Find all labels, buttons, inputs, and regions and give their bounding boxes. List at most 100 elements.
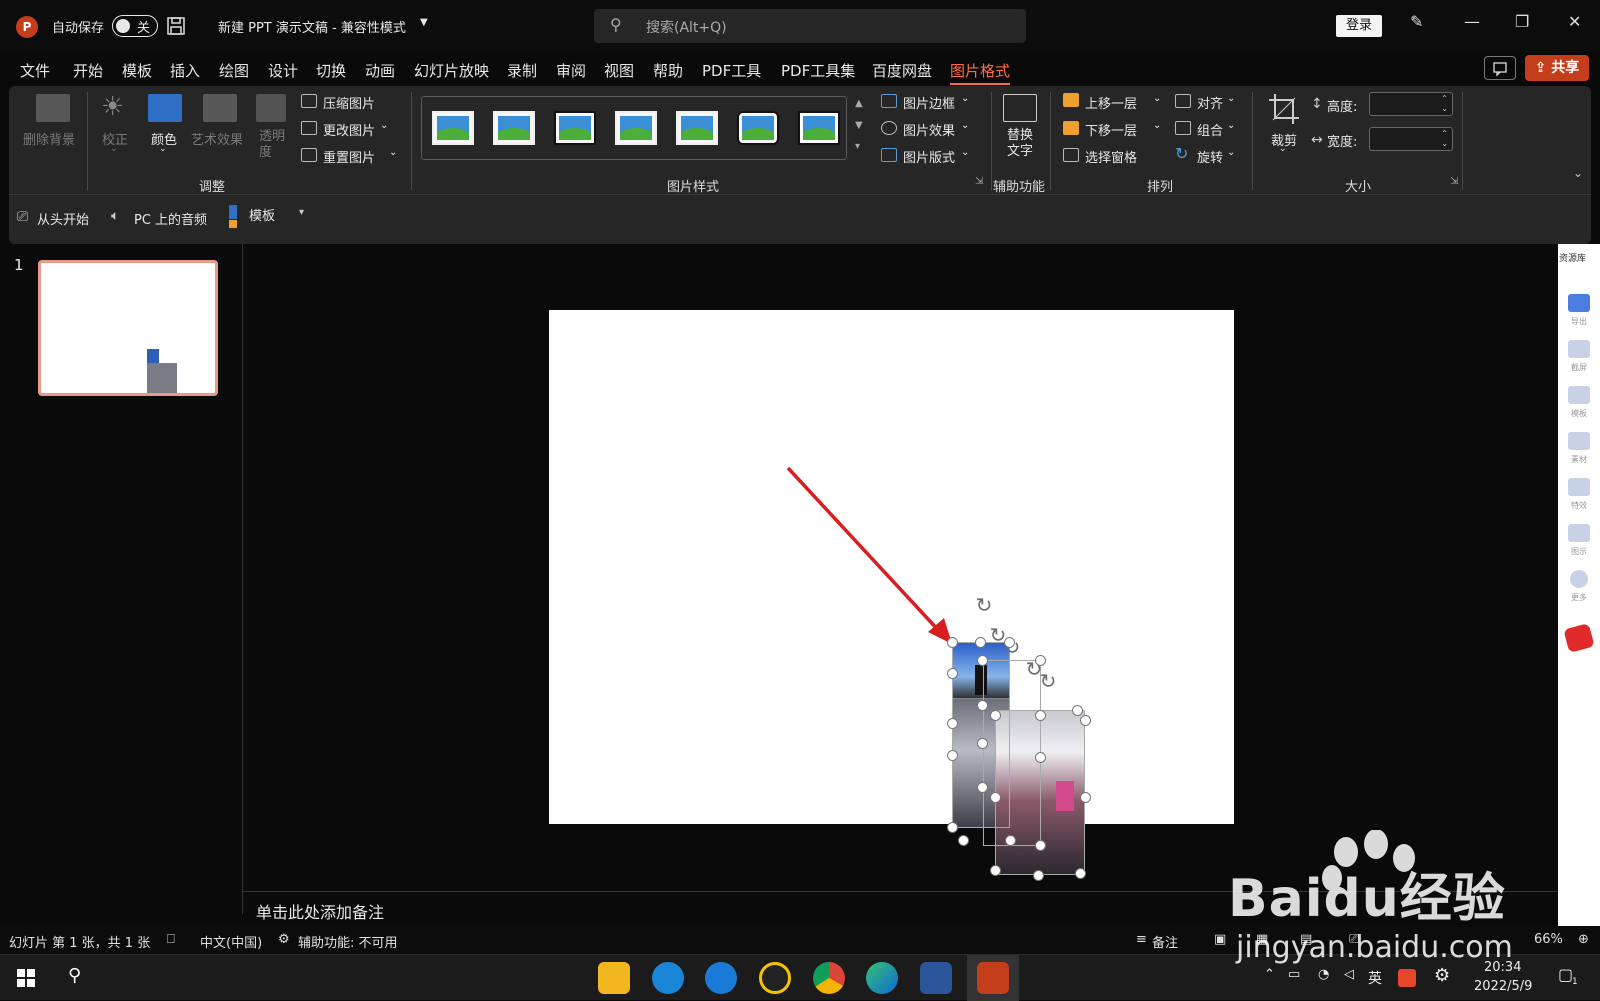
rotate-button[interactable]: 旋转 [1197, 147, 1223, 166]
resize-handle[interactable] [975, 637, 986, 648]
art-effect-button[interactable]: 艺术效果 [191, 129, 243, 148]
notification-icon[interactable]: ▢ [1558, 965, 1573, 984]
document-title[interactable]: 新建 PPT 演示文稿 - 兼容性模式 [218, 17, 406, 36]
style-thumb[interactable] [432, 111, 474, 145]
tab-home[interactable]: 开始 [73, 60, 103, 81]
tab-draw[interactable]: 绘图 [219, 60, 249, 81]
windows-start-icon[interactable] [17, 969, 35, 987]
selection-pane-button[interactable]: 选择窗格 [1085, 147, 1137, 166]
tab-design[interactable]: 设计 [268, 60, 298, 81]
style-thumb[interactable] [493, 111, 535, 145]
tab-animations[interactable]: 动画 [365, 60, 395, 81]
resize-handle[interactable] [977, 655, 988, 666]
slide-thumbnail[interactable] [38, 260, 218, 396]
resize-handle[interactable] [1080, 715, 1091, 726]
resource-diagram-icon[interactable] [1568, 524, 1590, 542]
width-input[interactable]: ⌃ ⌄ [1369, 127, 1453, 151]
sogou-icon[interactable] [1398, 969, 1416, 987]
autosave-toggle[interactable]: 关 [112, 15, 158, 37]
resize-handle[interactable] [990, 792, 1001, 803]
resize-handle[interactable] [947, 718, 958, 729]
minimize-icon[interactable]: — [1464, 12, 1480, 31]
resize-handle[interactable] [1035, 752, 1046, 763]
file-explorer-icon[interactable] [598, 962, 630, 994]
ie-browser-icon[interactable] [652, 962, 684, 994]
height-spinner-icon[interactable]: ⌃ ⌄ [1441, 94, 1448, 114]
tab-baidu-netdisk[interactable]: 百度网盘 [872, 60, 932, 81]
resize-handle[interactable] [947, 822, 958, 833]
close-icon[interactable]: ✕ [1568, 12, 1581, 31]
qq-icon[interactable] [759, 962, 791, 994]
resize-handle[interactable] [947, 750, 958, 761]
comments-button[interactable] [1484, 56, 1516, 80]
resize-handle[interactable] [1033, 870, 1044, 881]
group-button[interactable]: 组合 [1197, 120, 1223, 139]
battery-icon[interactable]: ▭ [1288, 967, 1300, 982]
change-picture-button[interactable]: 更改图片 [323, 120, 375, 139]
tab-slideshow[interactable]: 幻灯片放映 [414, 60, 489, 81]
taskbar-search-icon[interactable]: ⚲ [68, 965, 81, 986]
notes-toggle-button[interactable]: 备注 [1152, 932, 1178, 951]
transparency-button[interactable]: 透明 度 [259, 129, 285, 161]
resize-handle[interactable] [1035, 840, 1046, 851]
tab-help[interactable]: 帮助 [653, 60, 683, 81]
resize-handle[interactable] [977, 782, 988, 793]
restore-icon[interactable]: ❐ [1515, 12, 1529, 31]
wifi-icon[interactable]: ◔ [1318, 967, 1329, 982]
picture-border-button[interactable]: 图片边框 [903, 93, 955, 112]
spellcheck-icon[interactable]: ⎕ [167, 932, 175, 947]
resize-handle[interactable] [1072, 705, 1083, 716]
tab-record[interactable]: 录制 [507, 60, 537, 81]
tab-view[interactable]: 视图 [604, 60, 634, 81]
resize-handle[interactable] [947, 637, 958, 648]
resource-effect-icon[interactable] [1568, 478, 1590, 496]
send-backward-button[interactable]: 下移一层 [1085, 120, 1137, 139]
resize-handle[interactable] [1005, 835, 1016, 846]
login-button[interactable]: 登录 [1336, 15, 1382, 37]
gallery-scroll-down-icon[interactable]: ▼ [855, 120, 863, 131]
customize-qat-icon[interactable]: ▾ [299, 207, 304, 218]
volume-icon[interactable]: ◁ [1344, 967, 1354, 982]
resource-template-icon[interactable] [1568, 386, 1590, 404]
fit-slide-icon[interactable]: ⊕ [1578, 932, 1589, 947]
style-thumb[interactable] [615, 111, 657, 145]
style-thumb[interactable] [737, 111, 779, 145]
resource-more-icon[interactable] [1570, 570, 1588, 588]
rotate-handle-icon[interactable]: ↻ [972, 594, 996, 616]
word-icon[interactable] [920, 962, 952, 994]
size-dialog-launcher-icon[interactable]: ⇲ [1450, 176, 1458, 187]
red-envelope-icon[interactable] [1563, 623, 1595, 653]
resize-handle[interactable] [1080, 792, 1091, 803]
language-indicator[interactable]: 中文(中国) [200, 932, 262, 951]
style-thumb[interactable] [554, 111, 596, 145]
resource-material-icon[interactable] [1568, 432, 1590, 450]
resize-handle[interactable] [1004, 637, 1015, 648]
powerpoint-taskbar-icon[interactable] [977, 962, 1009, 994]
resize-handle[interactable] [1035, 655, 1046, 666]
align-button[interactable]: 对齐 [1197, 93, 1223, 112]
edge-icon[interactable] [866, 962, 898, 994]
search-box[interactable]: ⚲ 搜索(Alt+Q) [594, 9, 1026, 43]
chrome-icon[interactable] [813, 962, 845, 994]
zoom-level[interactable]: 66% [1534, 932, 1563, 947]
alt-text-button[interactable]: 替换 文字 [1007, 128, 1033, 160]
tab-template[interactable]: 模板 [122, 60, 152, 81]
quark-browser-icon[interactable] [705, 962, 737, 994]
rotate-handle-icon[interactable]: ↻ [1036, 670, 1060, 692]
title-chevron-down-icon[interactable]: ▼ [420, 17, 428, 28]
tab-transitions[interactable]: 切换 [316, 60, 346, 81]
picture-effect-button[interactable]: 图片效果 [903, 120, 955, 139]
tab-pdf-tools[interactable]: PDF工具 [702, 60, 761, 81]
collapse-ribbon-icon[interactable]: ⌄ [1573, 166, 1583, 180]
resource-export-icon[interactable] [1568, 294, 1590, 312]
tab-file[interactable]: 文件 [20, 60, 50, 81]
resource-screenshot-icon[interactable] [1568, 340, 1590, 358]
picture-layout-button[interactable]: 图片版式 [903, 147, 955, 166]
settings-gear-icon[interactable]: ⚙ [1434, 965, 1450, 986]
bring-forward-button[interactable]: 上移一层 [1085, 93, 1137, 112]
remove-background-button[interactable]: 删除背景 [23, 129, 75, 148]
tab-pdf-toolset[interactable]: PDF工具集 [781, 60, 855, 81]
pen-icon[interactable]: ✎ [1410, 12, 1423, 31]
share-button[interactable]: ⇪ 共享 [1525, 55, 1589, 81]
gallery-scroll-up-icon[interactable]: ▲ [855, 98, 863, 109]
